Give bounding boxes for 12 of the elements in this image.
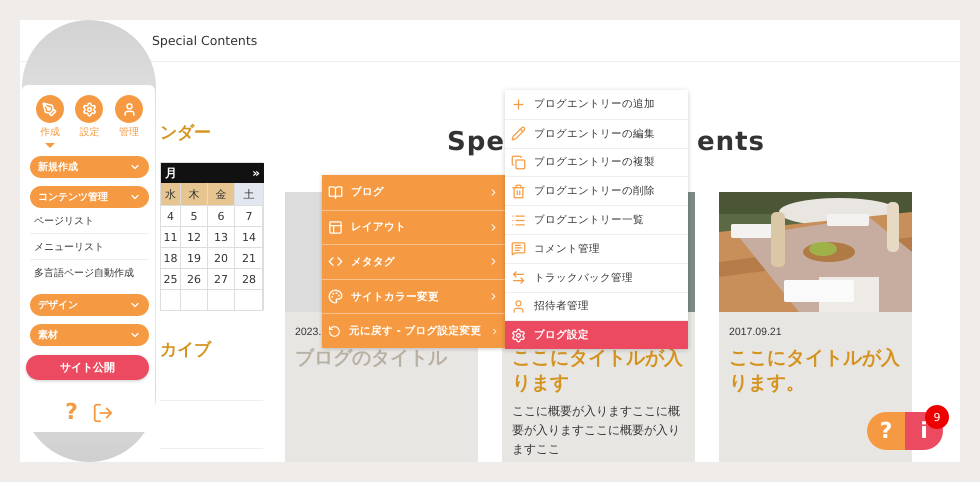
- post-date: 2017.09.21: [729, 325, 782, 340]
- weekday-header: 金: [208, 183, 235, 205]
- page-heading: Spe: [447, 126, 505, 159]
- post-date: 2023.: [295, 325, 322, 340]
- weekday-header: 木: [181, 183, 208, 205]
- page-heading: ents: [696, 126, 765, 159]
- section-heading: ンダー: [160, 122, 212, 144]
- calendar-month: 月: [165, 164, 177, 182]
- weekday-header: 土: [235, 183, 264, 205]
- post-excerpt: ここに概要が入りますここに概要が入りますここに概要が入りますここ: [512, 403, 681, 458]
- weekday-header: 水: [161, 183, 181, 205]
- section-heading: カイブ: [160, 339, 213, 361]
